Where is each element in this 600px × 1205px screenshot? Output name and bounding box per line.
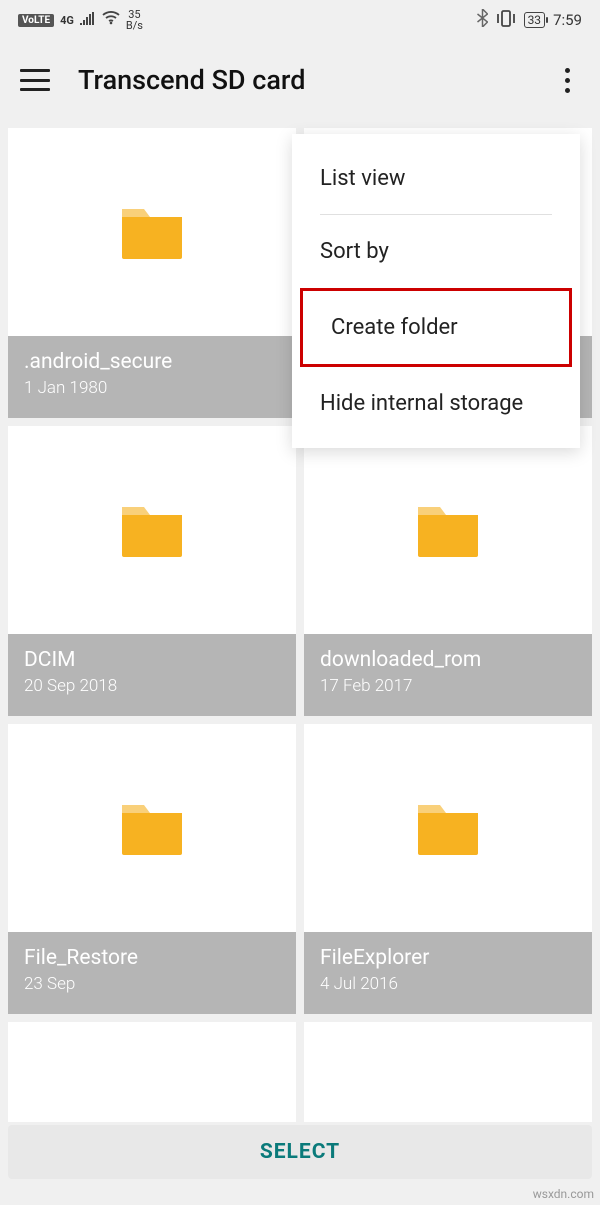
folder-date: 23 Sep xyxy=(24,974,280,994)
select-button[interactable]: SELECT xyxy=(8,1125,592,1179)
bluetooth-icon xyxy=(477,9,488,31)
volte-badge: VoLTE xyxy=(18,14,54,27)
folder-name: FileExplorer xyxy=(320,946,576,970)
status-bar: VoLTE 4G 35 B/s 33 7:59 xyxy=(0,0,600,40)
folder-name: File_Restore xyxy=(24,946,280,970)
network-4g-label: 4G xyxy=(60,14,74,27)
folder-item-android-secure[interactable]: .android_secure 1 Jan 1980 xyxy=(8,128,296,418)
folder-icon xyxy=(120,801,184,855)
folder-date: 1 Jan 1980 xyxy=(24,378,280,398)
overflow-menu-icon[interactable] xyxy=(555,58,580,103)
folder-name: downloaded_rom xyxy=(320,648,576,672)
app-bar: Transcend SD card xyxy=(0,40,600,120)
folder-date: 17 Feb 2017 xyxy=(320,676,576,696)
wifi-icon xyxy=(102,11,120,29)
menu-item-sort-by[interactable]: Sort by xyxy=(292,215,580,288)
folder-name: DCIM xyxy=(24,648,280,672)
folder-item-dcim[interactable]: DCIM 20 Sep 2018 xyxy=(8,426,296,716)
battery-indicator: 33 xyxy=(524,12,546,28)
signal-bars-icon xyxy=(80,11,96,29)
menu-item-hide-internal[interactable]: Hide internal storage xyxy=(292,367,580,440)
folder-item-downloaded-rom[interactable]: downloaded_rom 17 Feb 2017 xyxy=(304,426,592,716)
folder-item-file-explorer[interactable]: FileExplorer 4 Jul 2016 xyxy=(304,724,592,1014)
folder-date: 4 Jul 2016 xyxy=(320,974,576,994)
data-rate: 35 B/s xyxy=(126,9,143,31)
page-title: Transcend SD card xyxy=(78,64,527,96)
folder-icon xyxy=(120,503,184,557)
menu-item-list-view[interactable]: List view xyxy=(292,142,580,215)
folder-item-partial[interactable] xyxy=(8,1022,296,1122)
folder-icon xyxy=(416,801,480,855)
hamburger-icon[interactable] xyxy=(20,69,50,91)
menu-item-create-folder[interactable]: Create folder xyxy=(300,288,572,367)
watermark: wsxdn.com xyxy=(533,1187,594,1201)
folder-item-file-restore[interactable]: File_Restore 23 Sep xyxy=(8,724,296,1014)
folder-name: .android_secure xyxy=(24,350,280,374)
folder-icon xyxy=(416,503,480,557)
clock: 7:59 xyxy=(553,11,582,29)
overflow-menu: List view Sort by Create folder Hide int… xyxy=(292,134,580,448)
folder-icon xyxy=(120,205,184,259)
vibrate-icon xyxy=(496,10,516,31)
folder-date: 20 Sep 2018 xyxy=(24,676,280,696)
folder-item-partial[interactable] xyxy=(304,1022,592,1122)
